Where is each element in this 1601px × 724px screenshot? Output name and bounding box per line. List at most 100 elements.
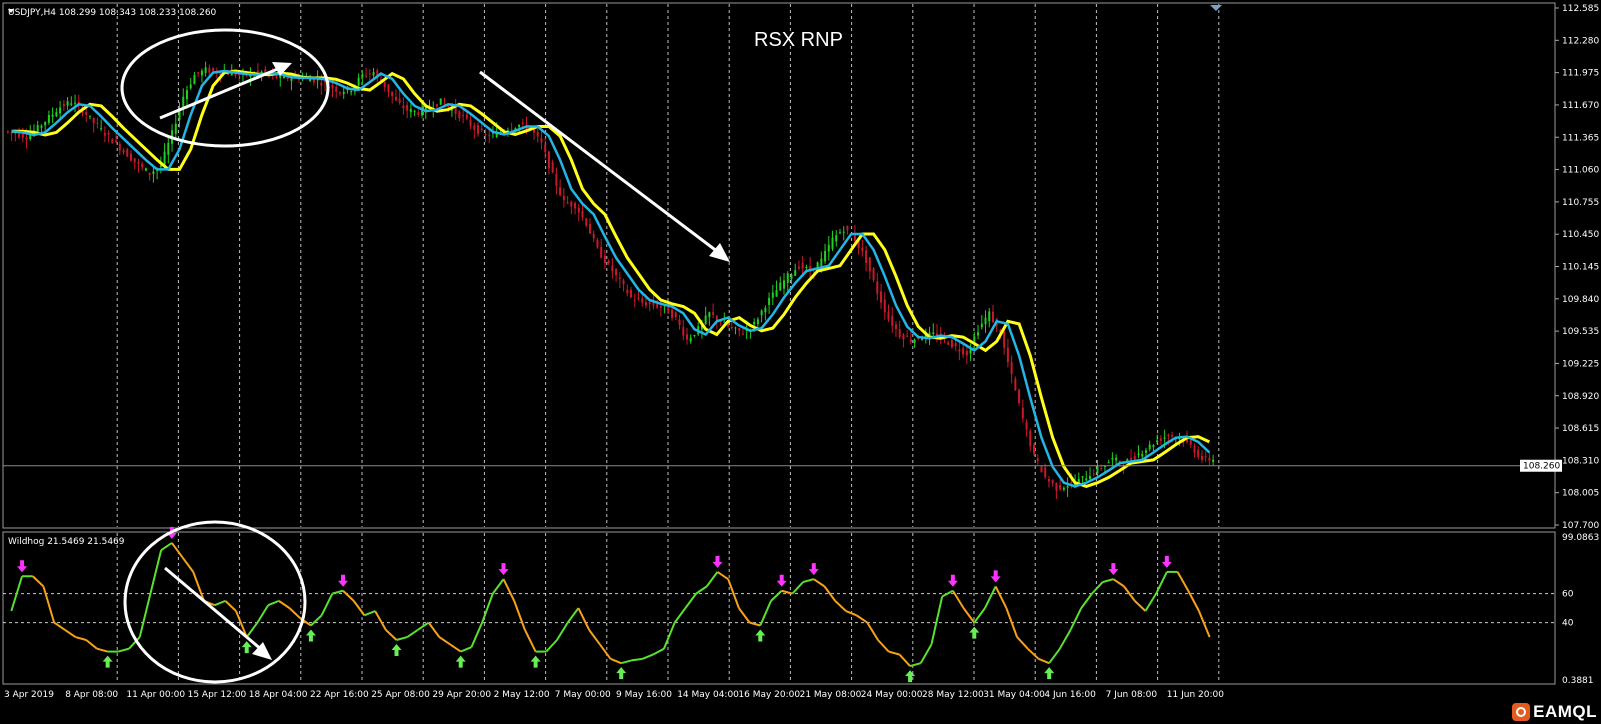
candle-body xyxy=(1212,459,1215,462)
candle-body xyxy=(1148,444,1151,450)
candle-body xyxy=(846,226,849,231)
candle-body xyxy=(555,173,558,186)
time-axis-label: 11 Jun 20:00 xyxy=(1167,690,1224,700)
candle-body xyxy=(536,132,539,137)
candle-body xyxy=(794,270,797,276)
watermark-text: EAMQL xyxy=(1533,702,1597,721)
candle-body xyxy=(320,82,323,86)
candle-body xyxy=(641,298,644,303)
time-axis-label: 31 May 04:00 xyxy=(983,690,1045,700)
candle-body xyxy=(450,109,453,111)
candle-body xyxy=(738,328,741,331)
candle-body xyxy=(630,289,633,298)
candle-body xyxy=(100,128,103,130)
candle-body xyxy=(365,75,368,77)
candle-body xyxy=(633,299,636,301)
candle-body xyxy=(644,302,647,306)
candle-body xyxy=(980,323,983,328)
candle-body xyxy=(338,92,341,94)
candle-body xyxy=(615,269,618,276)
candle-body xyxy=(25,137,28,140)
candle-body xyxy=(835,235,838,242)
candle-body xyxy=(394,96,397,101)
candle-body xyxy=(402,105,405,109)
candle-body xyxy=(1010,362,1013,375)
candle-body xyxy=(409,108,412,113)
candle-body xyxy=(1044,467,1047,478)
candle-body xyxy=(820,258,823,267)
candle-body xyxy=(62,104,65,107)
candle-body xyxy=(1062,487,1065,490)
candle-body xyxy=(103,132,106,136)
candle-body xyxy=(562,195,565,201)
time-axis-label: 25 Apr 08:00 xyxy=(371,690,430,700)
candle-body xyxy=(368,73,371,75)
candle-body xyxy=(148,172,151,175)
candle-body xyxy=(130,153,133,161)
candle-body xyxy=(256,70,259,72)
candle-body xyxy=(678,319,681,325)
candle-body xyxy=(801,262,804,269)
candle-body xyxy=(786,273,789,283)
candle-body xyxy=(85,111,88,116)
candle-body xyxy=(988,311,991,322)
candle-body xyxy=(622,280,625,285)
candle-body xyxy=(1047,478,1050,482)
trading-chart[interactable]: USDJPY,H4 108.299 108.343 108.233 108.26… xyxy=(0,0,1601,724)
candle-body xyxy=(838,232,841,234)
candle-body xyxy=(469,119,472,126)
candle-body xyxy=(891,316,894,326)
candle-body xyxy=(872,268,875,280)
candle-body xyxy=(1144,450,1147,453)
candle-body xyxy=(1141,454,1144,457)
candle-body xyxy=(88,115,91,117)
candle-body xyxy=(439,98,442,105)
time-axis-label: 14 May 04:00 xyxy=(677,690,739,700)
candle-body xyxy=(883,299,886,313)
candle-body xyxy=(1163,437,1166,439)
time-axis-label: 21 May 08:00 xyxy=(800,690,862,700)
candle-body xyxy=(447,106,450,108)
candle-body xyxy=(689,337,692,342)
candle-body xyxy=(111,139,114,144)
candle-body xyxy=(189,84,192,89)
price-axis-label: 108.005 xyxy=(1562,489,1599,499)
symbol-info: USDJPY,H4 108.299 108.343 108.233 108.26… xyxy=(8,8,217,18)
price-axis-label: 108.310 xyxy=(1562,456,1599,466)
candle-body xyxy=(730,326,733,329)
indicator-axis-label: 99.0863 xyxy=(1562,533,1599,543)
candle-body xyxy=(950,339,953,348)
price-axis-label: 109.535 xyxy=(1562,327,1599,337)
price-axis-label: 111.975 xyxy=(1562,69,1599,79)
price-axis-label: 107.700 xyxy=(1562,521,1599,531)
candle-body xyxy=(1204,456,1207,458)
candle-body xyxy=(842,231,845,233)
candle-body xyxy=(122,150,125,152)
time-axis-label: 9 May 16:00 xyxy=(616,690,672,700)
candle-body xyxy=(1025,422,1028,430)
candle-body xyxy=(596,240,599,248)
candle-body xyxy=(831,237,834,249)
candle-body xyxy=(551,162,554,173)
candle-body xyxy=(682,327,685,336)
candle-body xyxy=(1040,466,1043,473)
price-axis-label: 112.585 xyxy=(1562,4,1599,14)
candle-body xyxy=(693,335,696,337)
candle-body xyxy=(342,91,345,94)
indicator-axis-label: 60 xyxy=(1562,590,1574,600)
candle-body xyxy=(107,132,110,135)
annotation-title: RSX RNP xyxy=(754,29,843,51)
candle-body xyxy=(544,144,547,153)
candle-body xyxy=(958,349,961,352)
candle-body xyxy=(618,277,621,279)
candle-body xyxy=(637,297,640,300)
candle-body xyxy=(174,123,177,134)
time-axis-label: 24 May 00:00 xyxy=(861,690,923,700)
candle-body xyxy=(133,158,136,163)
candle-body xyxy=(152,171,155,175)
candle-body xyxy=(1115,457,1118,461)
candle-body xyxy=(1059,484,1062,490)
candle-body xyxy=(932,332,935,334)
candle-body xyxy=(805,267,808,269)
candle-body xyxy=(756,319,759,325)
